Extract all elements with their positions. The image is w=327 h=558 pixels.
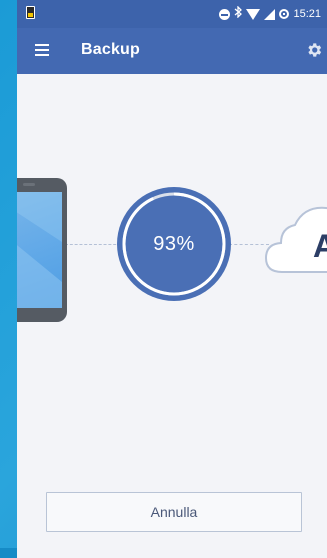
app-bar: Backup	[17, 28, 327, 74]
menu-icon[interactable]	[35, 44, 49, 56]
progress-indicator: 93%	[117, 187, 231, 301]
signal-icon	[264, 8, 276, 20]
gear-icon[interactable]	[305, 41, 323, 59]
phone-icon	[17, 178, 67, 322]
wifi-icon	[246, 8, 261, 20]
notification-app-icon	[26, 6, 35, 19]
app-screen: 15:21 Backup 93% A Annulla	[17, 0, 327, 558]
bluetooth-icon	[234, 5, 243, 22]
background-strip	[0, 548, 17, 558]
alarm-icon	[279, 9, 290, 19]
do-not-disturb-icon	[219, 8, 231, 20]
progress-percentage: 93%	[153, 232, 195, 255]
clock-time: 15:21	[293, 8, 321, 20]
cancel-button[interactable]: Annulla	[46, 492, 302, 532]
backup-content: 93% A Annulla	[17, 74, 327, 558]
status-bar: 15:21	[17, 0, 327, 28]
status-icons: 15:21	[219, 5, 321, 22]
page-title: Backup	[81, 41, 140, 58]
cloud-service-letter: A	[313, 228, 327, 264]
connector-line-right	[229, 244, 269, 245]
connector-line-left	[65, 244, 121, 245]
